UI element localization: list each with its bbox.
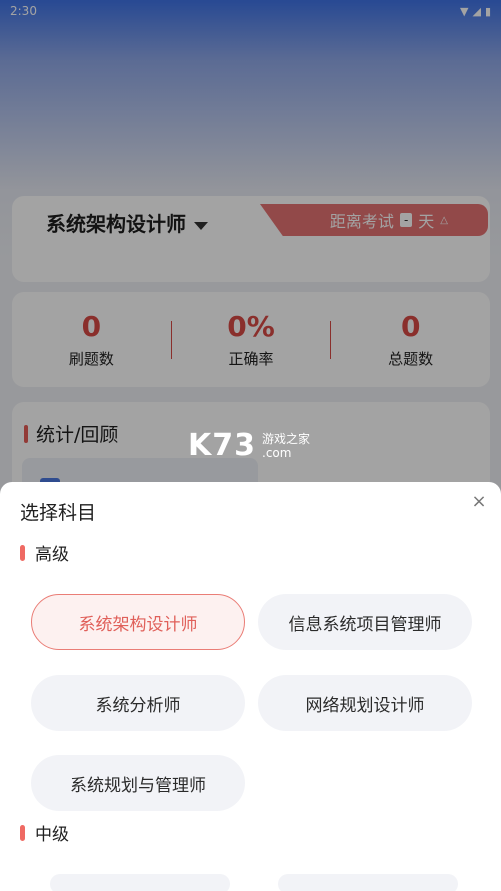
subject-option-planning-manager[interactable]: 系统规划与管理师	[31, 755, 245, 811]
watermark-line2: .com	[262, 445, 292, 460]
close-icon[interactable]: ×	[469, 492, 489, 512]
subject-option-cutoff[interactable]	[50, 874, 230, 891]
level-label: 高级	[35, 545, 69, 565]
watermark: K73 游戏之家 .com	[188, 428, 310, 463]
watermark-logo: K73	[188, 428, 256, 463]
level-marker	[20, 544, 25, 561]
sheet-title: 选择科目	[20, 502, 97, 524]
subject-option-architect[interactable]: 系统架构设计师	[31, 594, 245, 650]
subject-option-cutoff[interactable]	[278, 874, 458, 891]
subject-option-project-manager[interactable]: 信息系统项目管理师	[258, 594, 472, 650]
subject-option-analyst[interactable]: 系统分析师	[31, 675, 245, 731]
watermark-line1: 游戏之家	[262, 431, 311, 446]
subject-option-network-planner[interactable]: 网络规划设计师	[258, 675, 472, 731]
level-marker	[20, 824, 25, 841]
level-heading-intermediate: 中级	[20, 820, 69, 845]
level-heading-senior: 高级	[20, 540, 69, 565]
level-label: 中级	[35, 825, 69, 845]
subject-picker-sheet: 选择科目 × 高级 系统架构设计师 信息系统项目管理师 系统分析师 网络规划设计…	[0, 482, 501, 891]
